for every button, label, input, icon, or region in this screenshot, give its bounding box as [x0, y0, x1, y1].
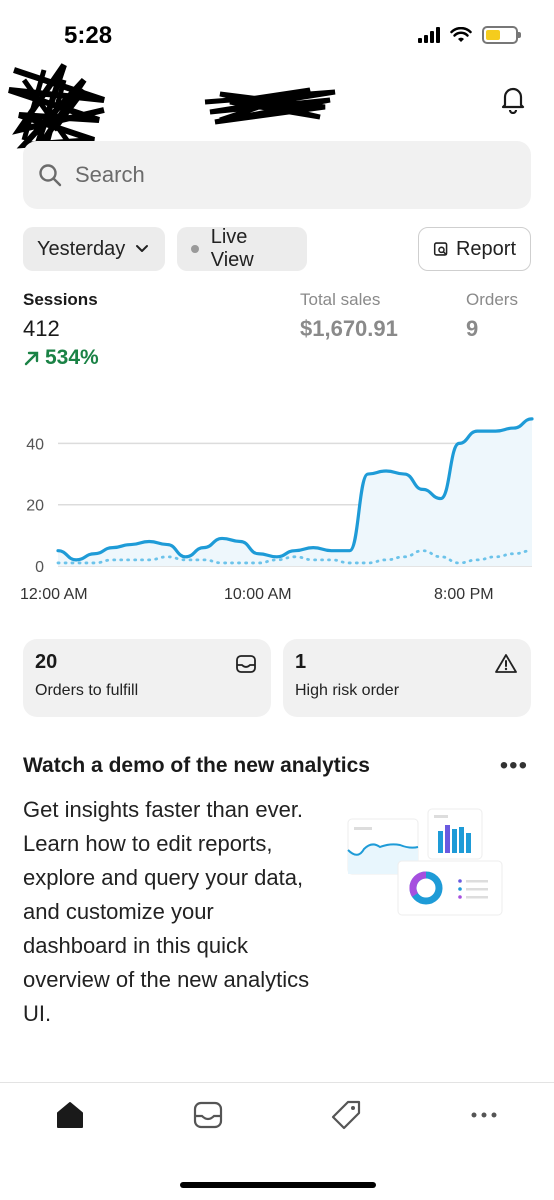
- date-range-label: Yesterday: [37, 237, 126, 260]
- wifi-icon: [450, 27, 472, 42]
- y-tick-label: 0: [35, 559, 44, 576]
- home-icon[interactable]: [52, 1097, 88, 1133]
- date-range-dropdown[interactable]: Yesterday: [23, 227, 165, 271]
- header: [0, 60, 554, 157]
- search-icon: [39, 164, 62, 187]
- analytics-illustration: [347, 808, 503, 916]
- card-count: 20: [35, 651, 58, 673]
- total-sales-metric[interactable]: Total sales $1,670.91: [300, 290, 398, 342]
- more-options-icon[interactable]: •••: [500, 754, 528, 778]
- live-view-button[interactable]: Live View: [177, 226, 307, 271]
- search-bar[interactable]: [23, 141, 531, 209]
- orders-metric[interactable]: Orders 9: [466, 290, 518, 342]
- sessions-value: 412: [23, 316, 60, 341]
- status-time: 5:28: [64, 22, 113, 49]
- orders-label: Orders: [466, 290, 518, 309]
- status-icons: [418, 26, 521, 44]
- card-label: Orders to fulfill: [35, 682, 139, 699]
- live-status-dot: [191, 245, 199, 253]
- inbox-icon: [236, 655, 256, 673]
- battery-icon: [482, 26, 521, 44]
- orders-icon[interactable]: [190, 1097, 226, 1133]
- report-button[interactable]: Report: [418, 227, 531, 271]
- sessions-label: Sessions: [23, 290, 98, 309]
- cellular-signal-icon: [418, 27, 440, 43]
- live-view-label: Live View: [210, 226, 254, 271]
- warning-icon: [495, 654, 517, 673]
- orders-to-fulfill-card[interactable]: 20 Orders to fulfill: [23, 639, 271, 717]
- sessions-chart[interactable]: 0 20 40: [0, 380, 554, 610]
- total-sales-label: Total sales: [300, 290, 381, 309]
- home-indicator: [180, 1182, 376, 1188]
- orders-value: 9: [466, 316, 479, 341]
- x-tick-label: 12:00 AM: [20, 586, 88, 603]
- x-tick-label: 8:00 PM: [434, 586, 494, 603]
- card-label: High risk order: [295, 682, 400, 699]
- card-count: 1: [295, 651, 307, 673]
- high-risk-order-card[interactable]: 1 High risk order: [283, 639, 531, 717]
- more-icon[interactable]: [466, 1097, 502, 1133]
- search-input[interactable]: [75, 162, 475, 188]
- demo-body: Get insights faster than ever. Learn how…: [23, 797, 310, 1026]
- chevron-down-icon: [136, 245, 149, 252]
- sessions-change: 534%: [23, 346, 99, 370]
- sessions-metric[interactable]: Sessions 412 534%: [23, 290, 99, 370]
- report-label: Report: [455, 237, 516, 260]
- redacted-store-name-scribble: [204, 87, 336, 125]
- report-icon: [433, 242, 448, 256]
- products-icon[interactable]: [328, 1097, 364, 1133]
- x-tick-label: 10:00 AM: [224, 586, 292, 603]
- arrow-up-right-icon: [24, 351, 39, 366]
- notifications-bell-icon[interactable]: [498, 84, 528, 114]
- sessions-change-value: 534%: [45, 346, 99, 369]
- y-tick-label: 40: [26, 436, 44, 453]
- total-sales-value: $1,670.91: [300, 316, 398, 341]
- y-tick-label: 20: [26, 498, 44, 515]
- demo-title: Watch a demo of the new analytics: [23, 754, 370, 777]
